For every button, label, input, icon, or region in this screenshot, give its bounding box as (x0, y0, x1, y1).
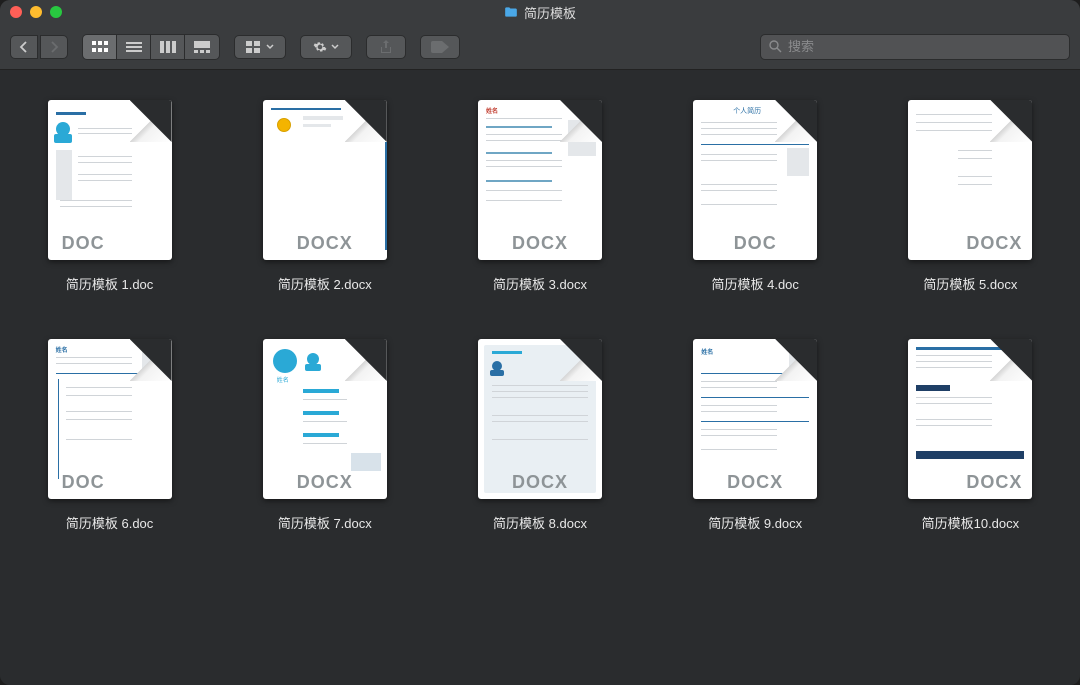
nav-buttons (10, 35, 68, 59)
file-thumbnail: DOCX (908, 339, 1032, 499)
file-name-label: 简历模板 5.docx (923, 274, 1017, 293)
file-name-label: 简历模板10.docx (922, 513, 1020, 532)
file-item[interactable]: DOCX 简历模板10.docx (895, 339, 1046, 532)
group-by-button[interactable] (234, 35, 286, 59)
page-fold-icon (560, 339, 602, 381)
titlebar: 简历模板 (0, 0, 1080, 24)
file-item[interactable]: 个人简历 DOC 简历模板 4.doc (680, 100, 831, 293)
page-fold-icon (345, 100, 387, 142)
file-name-label: 简历模板 4.doc (711, 274, 798, 293)
chevron-down-icon (266, 44, 274, 50)
action-menu-button[interactable] (300, 35, 352, 59)
file-item[interactable]: 姓名 DOCX 简历模板 3.docx (464, 100, 615, 293)
page-fold-icon (775, 100, 817, 142)
icon-view-button[interactable] (83, 35, 117, 59)
file-item[interactable]: DOCX 简历模板 5.docx (895, 100, 1046, 293)
view-switcher (82, 34, 220, 60)
file-type-badge: DOC (62, 233, 105, 254)
file-item[interactable]: DOC 简历模板 1.doc (34, 100, 185, 293)
page-fold-icon (130, 100, 172, 142)
file-type-badge: DOCX (512, 472, 568, 493)
minimize-window-button[interactable] (30, 6, 42, 18)
back-button[interactable] (10, 35, 38, 59)
file-name-label: 简历模板 7.docx (278, 513, 372, 532)
file-thumbnail: DOCX (478, 339, 602, 499)
file-type-badge: DOCX (297, 233, 353, 254)
file-thumbnail: DOCX (908, 100, 1032, 260)
file-thumbnail: DOCX (263, 100, 387, 260)
search-icon (769, 40, 782, 53)
file-type-badge: DOC (62, 472, 105, 493)
file-item[interactable]: DOCX 简历模板 2.docx (249, 100, 400, 293)
finder-window: 简历模板 (0, 0, 1080, 685)
file-item[interactable]: 姓名 DOC 简历模板 6.doc (34, 339, 185, 532)
toolbar (0, 24, 1080, 70)
file-item[interactable]: 姓名 DOCX 简历模板 9.docx (680, 339, 831, 532)
file-thumbnail: DOC (48, 100, 172, 260)
file-type-badge: DOCX (966, 472, 1022, 493)
file-type-badge: DOC (734, 233, 777, 254)
file-name-label: 简历模板 2.docx (278, 274, 372, 293)
page-fold-icon (130, 339, 172, 381)
column-view-button[interactable] (151, 35, 185, 59)
share-icon (380, 40, 392, 54)
file-grid: DOC 简历模板 1.doc DOCX 简历模板 2.docx 姓名 DOCX 简历模… (34, 100, 1046, 532)
page-fold-icon (775, 339, 817, 381)
traffic-lights (10, 6, 62, 18)
file-name-label: 简历模板 8.docx (493, 513, 587, 532)
list-view-button[interactable] (117, 35, 151, 59)
search-input[interactable] (788, 39, 1061, 54)
page-fold-icon (345, 339, 387, 381)
file-thumbnail: 姓名 DOCX (263, 339, 387, 499)
file-thumbnail: 姓名 DOCX (693, 339, 817, 499)
page-fold-icon (990, 100, 1032, 142)
file-type-badge: DOCX (727, 472, 783, 493)
page-fold-icon (560, 100, 602, 142)
chevron-down-icon (331, 44, 339, 50)
close-window-button[interactable] (10, 6, 22, 18)
file-type-badge: DOCX (512, 233, 568, 254)
gear-icon (313, 40, 327, 54)
window-title-group: 简历模板 (0, 3, 1080, 22)
file-name-label: 简历模板 9.docx (708, 513, 802, 532)
file-type-badge: DOCX (966, 233, 1022, 254)
file-thumbnail: 个人简历 DOC (693, 100, 817, 260)
window-title: 简历模板 (524, 3, 576, 22)
file-item[interactable]: 姓名 DOCX 简历模板 7.docx (249, 339, 400, 532)
forward-button[interactable] (40, 35, 68, 59)
tag-icon (431, 41, 449, 53)
file-thumbnail: 姓名 DOCX (478, 100, 602, 260)
file-item[interactable]: DOCX 简历模板 8.docx (464, 339, 615, 532)
file-name-label: 简历模板 1.doc (66, 274, 153, 293)
share-button[interactable] (366, 35, 406, 59)
file-name-label: 简历模板 3.docx (493, 274, 587, 293)
zoom-window-button[interactable] (50, 6, 62, 18)
search-field[interactable] (760, 34, 1070, 60)
file-thumbnail: 姓名 DOC (48, 339, 172, 499)
tags-button[interactable] (420, 35, 460, 59)
file-type-badge: DOCX (297, 472, 353, 493)
gallery-view-button[interactable] (185, 35, 219, 59)
folder-icon (504, 6, 518, 18)
file-name-label: 简历模板 6.doc (66, 513, 153, 532)
file-grid-area[interactable]: DOC 简历模板 1.doc DOCX 简历模板 2.docx 姓名 DOCX 简历模… (0, 70, 1080, 685)
page-fold-icon (990, 339, 1032, 381)
